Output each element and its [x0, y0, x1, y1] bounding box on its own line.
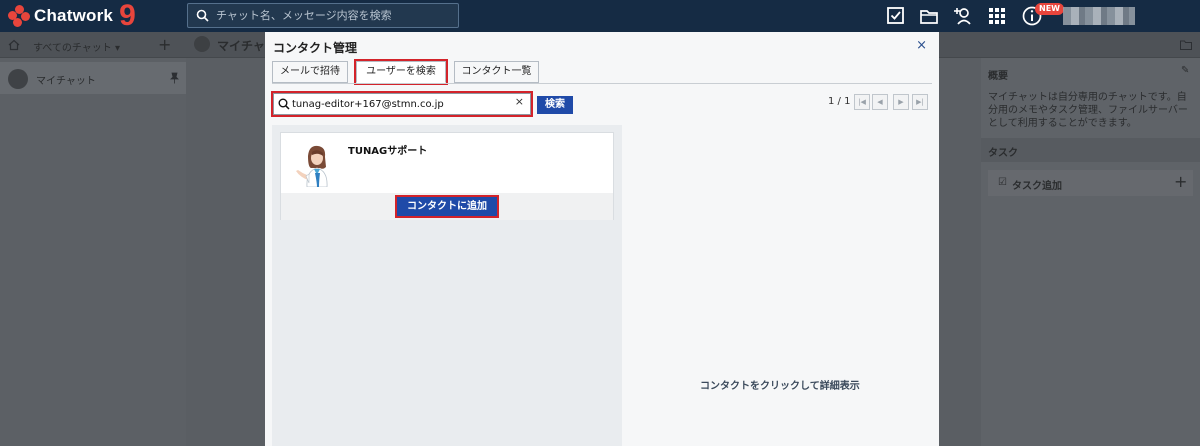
user-search-field[interactable]: × [271, 91, 533, 117]
user-avatar [296, 145, 328, 187]
close-icon[interactable]: × [916, 38, 927, 53]
result-card[interactable]: TUNAGサポート コンタクトに追加 [280, 132, 614, 220]
chat-header-title: マイチャ [217, 39, 265, 53]
chatwork-logo-icon [8, 5, 30, 27]
chatwork-logo[interactable]: Chatwork 9 [8, 0, 136, 32]
last-page-icon[interactable]: ▶| [912, 94, 928, 110]
add-chat-icon[interactable]: + [158, 35, 171, 54]
search-results-list: TUNAGサポート コンタクトに追加 [272, 125, 622, 446]
task-add-plus-icon[interactable]: + [1174, 172, 1187, 191]
first-page-icon[interactable]: |◀ [854, 94, 870, 110]
task-section-header: タスク [981, 138, 1200, 162]
summary-heading: 概要 [988, 71, 1008, 82]
room-list-item[interactable]: マイチャット [0, 62, 186, 94]
folder-icon[interactable] [918, 5, 940, 27]
tab-search-user[interactable]: ユーザーを検索 [354, 59, 448, 85]
clear-search-icon[interactable]: × [515, 95, 524, 108]
add-to-contacts-button[interactable]: コンタクトに追加 [395, 195, 499, 218]
task-checkbox-small-icon: ☑ [998, 177, 1007, 188]
task-add-row[interactable]: ☑ タスク追加 + [988, 170, 1193, 196]
files-folder-icon[interactable] [1180, 40, 1192, 50]
add-contact-icon[interactable] [952, 5, 974, 27]
tab-contact-list[interactable]: コンタクト一覧 [454, 61, 539, 83]
search-button[interactable]: 検索 [537, 96, 573, 114]
edit-pencil-icon[interactable]: ✎ [1181, 65, 1189, 76]
pin-icon[interactable] [170, 72, 179, 84]
apps-grid-icon[interactable] [986, 5, 1008, 27]
summary-text: マイチャットは自分専用のチャットです。自分用のメモやタスク管理、ファイルサーバー… [988, 92, 1188, 129]
global-search[interactable] [187, 3, 459, 28]
task-add-label[interactable]: タスク追加 [1012, 177, 1062, 192]
user-search-input[interactable] [292, 96, 512, 112]
prev-page-icon[interactable]: ◀ [872, 94, 888, 110]
chat-filter-dropdown[interactable]: すべてのチャット ▾ [33, 39, 120, 54]
room-list [0, 58, 186, 446]
header-avatar [194, 36, 210, 52]
room-info-panel: 概要 ✎ マイチャットは自分専用のチャットです。自分用のメモやタスク管理、ファイ… [981, 58, 1200, 446]
task-heading: タスク [988, 148, 1018, 159]
detail-placeholder-text: コンタクトをクリックして詳細表示 [700, 381, 860, 392]
search-icon [196, 9, 209, 22]
user-account-blurred[interactable] [1063, 7, 1135, 25]
result-card-footer: コンタクトに追加 [281, 193, 613, 220]
tab-divider [272, 83, 932, 84]
room-name: マイチャット [36, 76, 96, 87]
contact-management-dialog: コンタクト管理 × メールで招待 ユーザーを検索 コンタクト一覧 × 検索 1 … [265, 32, 939, 446]
tab-invite-by-email[interactable]: メールで招待 [272, 61, 348, 83]
home-icon[interactable] [8, 39, 20, 51]
user-name: TUNAGサポート [348, 146, 428, 157]
page-indicator: 1 / 1 [828, 96, 851, 107]
dialog-title: コンタクト管理 [273, 41, 358, 55]
task-checkbox-icon[interactable] [885, 5, 907, 27]
new-badge: NEW [1035, 3, 1064, 15]
top-bar: Chatwork 9 NEW [0, 0, 1200, 32]
brand-mark-nine: 9 [119, 0, 136, 32]
brand-name: Chatwork [34, 6, 114, 25]
global-search-input[interactable] [216, 6, 451, 25]
search-icon [278, 98, 290, 110]
next-page-icon[interactable]: ▶ [893, 94, 909, 110]
room-avatar [8, 69, 28, 89]
